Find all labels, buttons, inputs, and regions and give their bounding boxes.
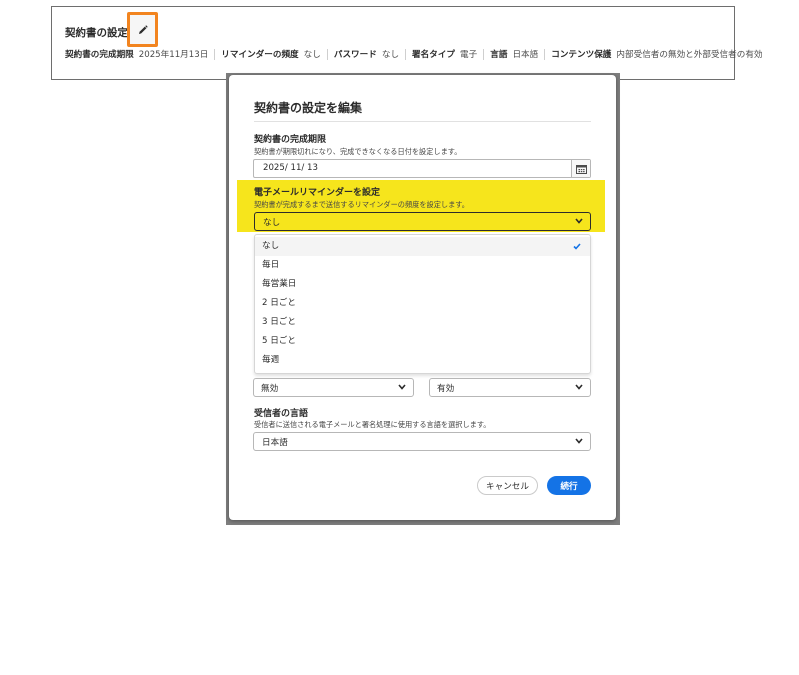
reminder-description: 契約書が完成するまで送信するリマインダーの頻度を設定します。 (254, 200, 469, 209)
summary-value-signature-type: 電子 (460, 50, 478, 60)
external-protection-value: 有効 (437, 384, 455, 394)
summary-value-reminder: なし (303, 50, 321, 60)
calendar-icon (575, 164, 587, 174)
option-label: なし (262, 241, 280, 251)
summary-value-language: 日本語 (512, 50, 539, 60)
reminder-option-every-3-days[interactable]: 3 日ごと (255, 313, 590, 332)
chevron-down-icon (398, 384, 406, 390)
chevron-down-icon (575, 384, 583, 390)
language-selected-value: 日本語 (262, 438, 288, 448)
summary-value-password: なし (381, 50, 400, 60)
agreement-settings-summary: 契約書の設定 契約書の完成期限 2025年11月13日 リマインダーの頻度 なし… (51, 6, 763, 80)
summary-label-signature-type: 署名タイプ (412, 50, 456, 60)
divider (544, 48, 546, 60)
external-protection-select[interactable]: 有効 (429, 378, 591, 397)
internal-protection-select[interactable]: 無効 (253, 378, 414, 397)
divider (483, 48, 485, 60)
summary-label-reminder: リマインダーの頻度 (221, 50, 299, 60)
divider (214, 48, 216, 60)
deadline-date-input[interactable]: 2025/ 11/ 13 (253, 159, 591, 178)
cancel-button[interactable]: キャンセル (477, 476, 538, 495)
option-label: 3 日ごと (262, 317, 296, 327)
summary-label-language: 言語 (490, 50, 508, 60)
internal-protection-value: 無効 (261, 384, 279, 394)
dialog-divider (254, 121, 591, 122)
reminder-select[interactable]: なし (254, 212, 591, 231)
chevron-down-icon (575, 438, 583, 444)
pencil-icon (138, 24, 148, 34)
summary-label-password: パスワード (333, 50, 377, 60)
option-label: 毎営業日 (262, 279, 297, 289)
deadline-label: 契約書の完成期限 (254, 135, 327, 145)
chevron-down-icon (575, 218, 583, 224)
divider (326, 48, 328, 60)
reminder-option-none[interactable]: なし (255, 237, 590, 256)
language-label: 受信者の言語 (254, 409, 309, 419)
language-description: 受信者に送信される電子メールと署名処理に使用する言語を選択します。 (254, 420, 491, 429)
summary-value-deadline: 2025年11月13日 (138, 50, 209, 60)
checkmark-icon (573, 243, 581, 250)
reminder-option-every-2-days[interactable]: 2 日ごと (255, 294, 590, 313)
calendar-button[interactable] (571, 160, 590, 177)
divider (405, 48, 407, 60)
deadline-description: 契約書が期限切れになり、完成できなくなる日付を設定します。 (254, 147, 462, 156)
edit-settings-button[interactable] (127, 12, 158, 47)
reminder-label: 電子メールリマインダーを設定 (254, 188, 381, 198)
continue-button[interactable]: 続行 (547, 476, 591, 495)
summary-label-deadline: 契約書の完成期限 (65, 50, 134, 60)
language-select[interactable]: 日本語 (253, 432, 591, 451)
option-label: 5 日ごと (262, 336, 296, 346)
summary-value-content-protection: 内部受信者の無効と外部受信者の有効 (616, 50, 763, 60)
reminder-option-daily[interactable]: 毎日 (255, 256, 590, 275)
reminder-dropdown-list: なし 毎日 毎営業日 2 日ごと 3 日ごと 5 日ごと 毎週 (254, 234, 591, 374)
deadline-date-value: 2025/ 11/ 13 (263, 163, 318, 173)
reminder-option-every-5-days[interactable]: 5 日ごと (255, 332, 590, 351)
summary-row: 契約書の完成期限 2025年11月13日 リマインダーの頻度 なし パスワード … (65, 47, 763, 61)
dialog-title: 契約書の設定を編集 (254, 101, 363, 115)
summary-label-content-protection: コンテンツ保護 (551, 50, 612, 60)
reminder-option-weekly[interactable]: 毎週 (255, 351, 590, 370)
option-label: 毎日 (262, 260, 280, 270)
edit-settings-dialog: 契約書の設定を編集 契約書の完成期限 契約書が期限切れになり、完成できなくなる日… (229, 75, 616, 520)
reminder-selected-value: なし (263, 218, 281, 228)
option-label: 2 日ごと (262, 298, 296, 308)
summary-title: 契約書の設定 (65, 27, 128, 39)
reminder-option-business-day[interactable]: 毎営業日 (255, 275, 590, 294)
option-label: 毎週 (262, 355, 280, 365)
